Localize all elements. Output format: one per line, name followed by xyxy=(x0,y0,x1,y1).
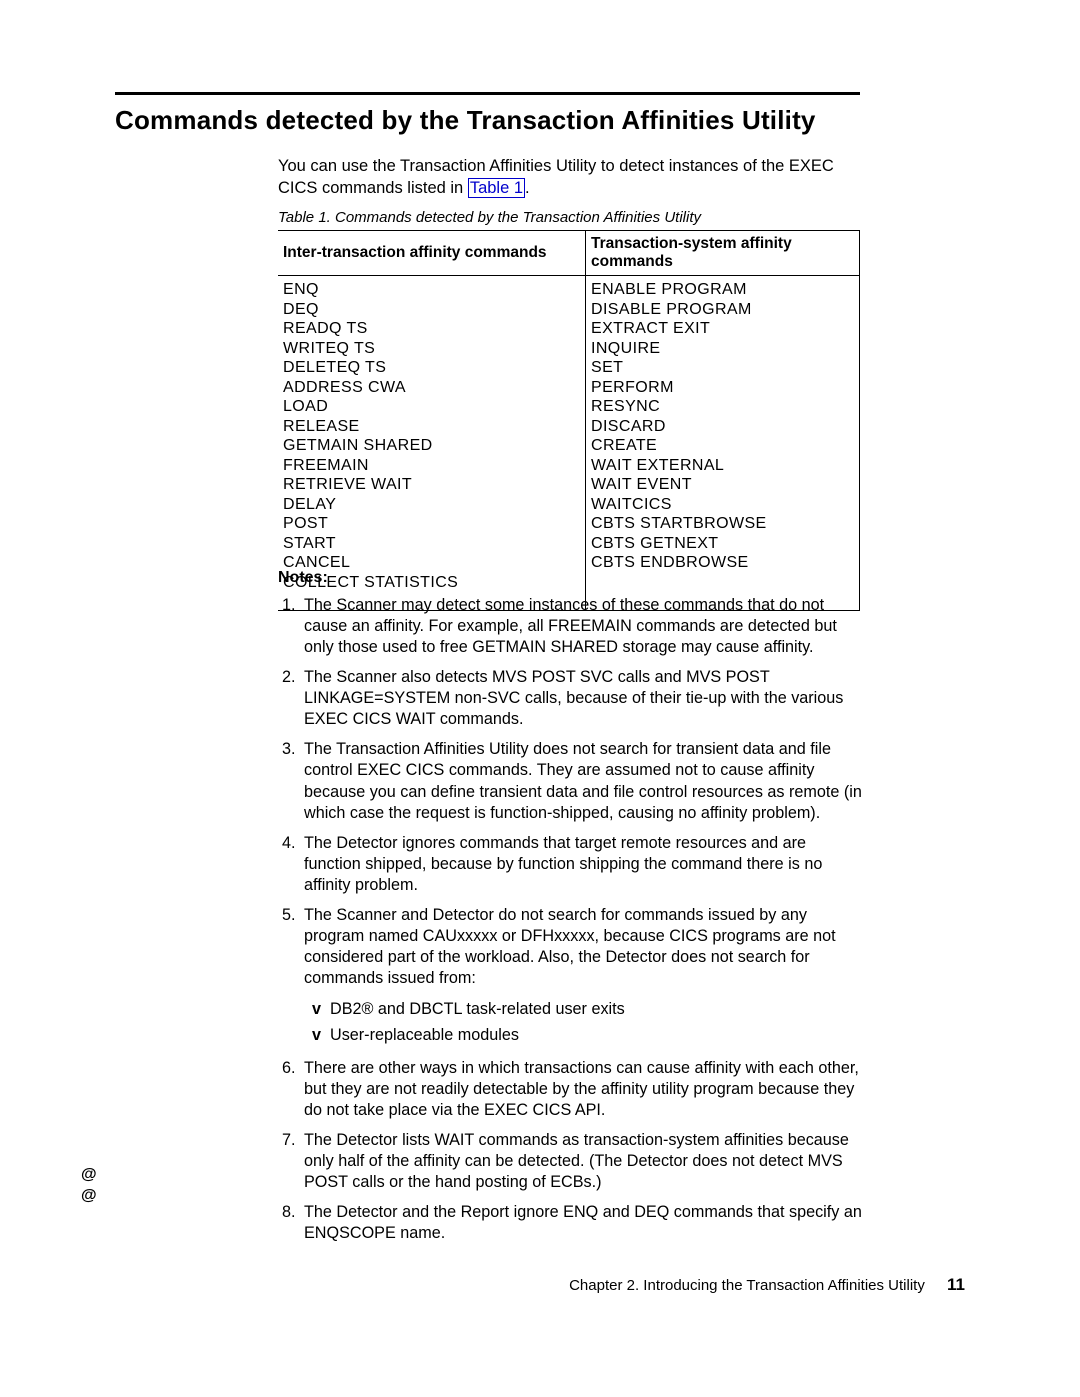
note-item: The Detector lists WAIT commands as tran… xyxy=(300,1130,864,1193)
note-item: The Scanner and Detector do not search f… xyxy=(300,905,864,1049)
intro-text-before: You can use the Transaction Affinities U… xyxy=(278,157,834,197)
document-page: Commands detected by the Transaction Aff… xyxy=(0,0,1080,1397)
notes-list: The Scanner may detect some instances of… xyxy=(278,595,864,1244)
note-5-sublist: DB2® and DBCTL task-related user exits U… xyxy=(304,997,864,1049)
notes-heading: Notes: xyxy=(278,569,864,587)
note-item: The Scanner may detect some instances of… xyxy=(300,595,864,658)
note-item: The Transaction Affinities Utility does … xyxy=(300,739,864,823)
sublist-item: DB2® and DBCTL task-related user exits xyxy=(312,997,864,1023)
section-heading: Commands detected by the Transaction Aff… xyxy=(115,105,816,136)
note-5-text: The Scanner and Detector do not search f… xyxy=(304,906,836,987)
col2-header: Transaction-system affinity commands xyxy=(586,231,860,276)
note-item: The Scanner also detects MVS POST SVC ca… xyxy=(300,667,864,730)
table-header-row: Inter-transaction affinity commands Tran… xyxy=(278,231,860,276)
intro-paragraph: You can use the Transaction Affinities U… xyxy=(278,155,868,200)
footer: Chapter 2. Introducing the Transaction A… xyxy=(569,1275,965,1295)
table-caption: Table 1. Commands detected by the Transa… xyxy=(278,209,701,226)
notes-block: Notes: The Scanner may detect some insta… xyxy=(278,569,864,1253)
margin-at-marks: @ @ xyxy=(81,1165,97,1207)
note-item: There are other ways in which transactio… xyxy=(300,1058,864,1121)
sublist-item: User-replaceable modules xyxy=(312,1023,864,1049)
col2-body: ENABLE PROGRAM DISABLE PROGRAM EXTRACT E… xyxy=(586,276,860,611)
footer-page-number: 11 xyxy=(947,1275,965,1294)
table-1-link[interactable]: Table 1 xyxy=(468,178,525,198)
col1-body: ENQ DEQ READQ TS WRITEQ TS DELETEQ TS AD… xyxy=(278,276,586,611)
table-row: ENQ DEQ READQ TS WRITEQ TS DELETEQ TS AD… xyxy=(278,276,860,611)
note-item: The Detector ignores commands that targe… xyxy=(300,833,864,896)
commands-table: Inter-transaction affinity commands Tran… xyxy=(278,230,860,611)
note-item: The Detector and the Report ignore ENQ a… xyxy=(300,1202,864,1244)
footer-chapter: Chapter 2. Introducing the Transaction A… xyxy=(569,1277,925,1294)
horizontal-rule xyxy=(115,92,860,95)
intro-text-after: . xyxy=(525,179,530,197)
col1-header: Inter-transaction affinity commands xyxy=(278,231,586,276)
